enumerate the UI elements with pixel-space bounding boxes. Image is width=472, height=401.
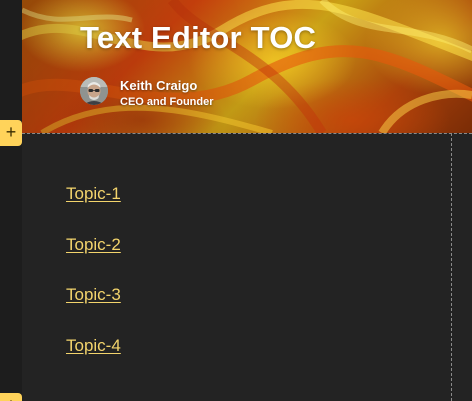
toc-item: Topic-2: [66, 235, 121, 286]
avatar: [80, 77, 108, 105]
page-title: Text Editor TOC: [80, 20, 317, 55]
hero-banner: Text Editor TOC Keith Craigo CEO and Fou…: [22, 0, 472, 133]
table-of-contents: Topic-1 Topic-2 Topic-3 Topic-4: [66, 184, 121, 386]
toc-link-topic-2[interactable]: Topic-2: [66, 235, 121, 254]
left-rail: [0, 0, 22, 401]
toc-link-topic-3[interactable]: Topic-3: [66, 285, 121, 304]
add-section-button-bottom[interactable]: +: [0, 393, 22, 401]
add-section-button-top[interactable]: +: [0, 120, 22, 146]
author-name: Keith Craigo: [120, 78, 198, 93]
plus-icon: +: [6, 395, 17, 401]
author-role: CEO and Founder: [120, 96, 214, 108]
section-divider-vertical: [451, 133, 452, 401]
toc-link-topic-1[interactable]: Topic-1: [66, 184, 121, 203]
plus-icon: +: [5, 122, 17, 142]
toc-item: Topic-4: [66, 336, 121, 387]
toc-item: Topic-1: [66, 184, 121, 235]
section-divider-horizontal: [22, 133, 472, 134]
page: Text Editor TOC Keith Craigo CEO and Fou…: [0, 0, 472, 401]
toc-link-topic-4[interactable]: Topic-4: [66, 336, 121, 355]
toc-item: Topic-3: [66, 285, 121, 336]
avatar-image: [80, 77, 108, 105]
